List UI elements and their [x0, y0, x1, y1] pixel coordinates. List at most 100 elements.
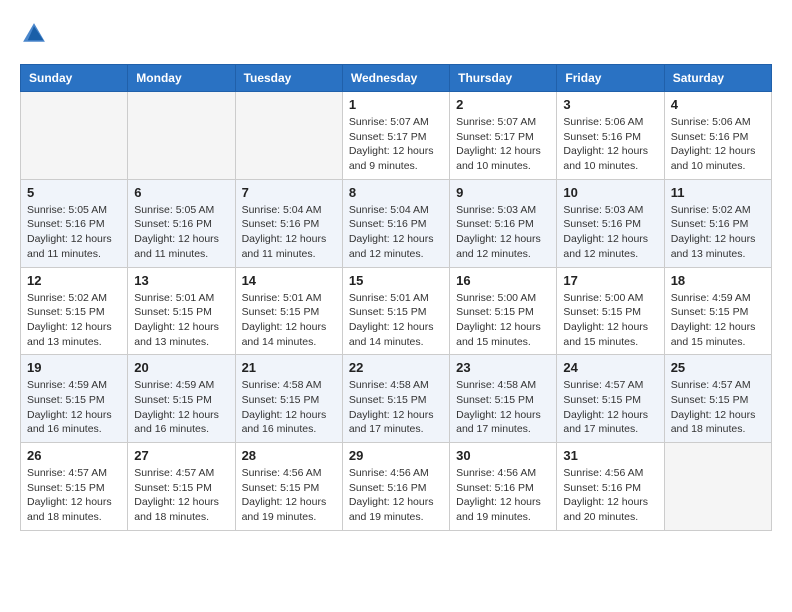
- day-number: 9: [456, 185, 550, 200]
- day-info: Sunrise: 5:02 AM Sunset: 5:16 PM Dayligh…: [671, 203, 765, 262]
- calendar-cell: [21, 92, 128, 180]
- day-info: Sunrise: 4:57 AM Sunset: 5:15 PM Dayligh…: [27, 466, 121, 525]
- day-info: Sunrise: 4:57 AM Sunset: 5:15 PM Dayligh…: [671, 378, 765, 437]
- page-header: [20, 20, 772, 48]
- day-number: 4: [671, 97, 765, 112]
- day-number: 26: [27, 448, 121, 463]
- calendar-cell: 7 Sunrise: 5:04 AM Sunset: 5:16 PM Daylig…: [235, 179, 342, 267]
- day-info: Sunrise: 4:57 AM Sunset: 5:15 PM Dayligh…: [563, 378, 657, 437]
- calendar-cell: 20 Sunrise: 4:59 AM Sunset: 5:15 PM Dayli…: [128, 355, 235, 443]
- calendar-cell: [664, 443, 771, 531]
- day-info: Sunrise: 4:56 AM Sunset: 5:16 PM Dayligh…: [563, 466, 657, 525]
- day-number: 3: [563, 97, 657, 112]
- calendar-cell: 27 Sunrise: 4:57 AM Sunset: 5:15 PM Dayli…: [128, 443, 235, 531]
- weekday-header: Sunday: [21, 65, 128, 92]
- day-number: 21: [242, 360, 336, 375]
- day-number: 12: [27, 273, 121, 288]
- day-number: 1: [349, 97, 443, 112]
- calendar-cell: 26 Sunrise: 4:57 AM Sunset: 5:15 PM Dayli…: [21, 443, 128, 531]
- day-number: 13: [134, 273, 228, 288]
- day-info: Sunrise: 5:03 AM Sunset: 5:16 PM Dayligh…: [456, 203, 550, 262]
- day-info: Sunrise: 5:05 AM Sunset: 5:16 PM Dayligh…: [134, 203, 228, 262]
- day-number: 8: [349, 185, 443, 200]
- day-info: Sunrise: 4:59 AM Sunset: 5:15 PM Dayligh…: [671, 291, 765, 350]
- calendar-cell: [128, 92, 235, 180]
- weekday-header: Saturday: [664, 65, 771, 92]
- logo: [20, 20, 52, 48]
- weekday-header: Monday: [128, 65, 235, 92]
- calendar-cell: 10 Sunrise: 5:03 AM Sunset: 5:16 PM Dayli…: [557, 179, 664, 267]
- day-info: Sunrise: 5:02 AM Sunset: 5:15 PM Dayligh…: [27, 291, 121, 350]
- calendar-cell: 24 Sunrise: 4:57 AM Sunset: 5:15 PM Dayli…: [557, 355, 664, 443]
- calendar-cell: 28 Sunrise: 4:56 AM Sunset: 5:15 PM Dayli…: [235, 443, 342, 531]
- calendar-cell: 19 Sunrise: 4:59 AM Sunset: 5:15 PM Dayli…: [21, 355, 128, 443]
- day-number: 5: [27, 185, 121, 200]
- calendar-cell: 14 Sunrise: 5:01 AM Sunset: 5:15 PM Dayli…: [235, 267, 342, 355]
- calendar-cell: 29 Sunrise: 4:56 AM Sunset: 5:16 PM Dayli…: [342, 443, 449, 531]
- day-number: 6: [134, 185, 228, 200]
- day-info: Sunrise: 4:59 AM Sunset: 5:15 PM Dayligh…: [27, 378, 121, 437]
- day-number: 31: [563, 448, 657, 463]
- calendar-cell: [235, 92, 342, 180]
- calendar-cell: 22Sunrise: 4:58 AM Sunset: 5:15 PM Dayli…: [342, 355, 449, 443]
- day-info: Sunrise: 4:58 AM Sunset: 5:15 PM Dayligh…: [242, 378, 336, 437]
- calendar-cell: 31 Sunrise: 4:56 AM Sunset: 5:16 PM Dayli…: [557, 443, 664, 531]
- calendar-week-row: 12 Sunrise: 5:02 AM Sunset: 5:15 PM Dayli…: [21, 267, 772, 355]
- calendar-cell: 3Sunrise: 5:06 AM Sunset: 5:16 PM Daylig…: [557, 92, 664, 180]
- day-number: 24: [563, 360, 657, 375]
- logo-icon: [20, 20, 48, 48]
- day-info: Sunrise: 4:59 AM Sunset: 5:15 PM Dayligh…: [134, 378, 228, 437]
- calendar-cell: 23 Sunrise: 4:58 AM Sunset: 5:15 PM Dayli…: [450, 355, 557, 443]
- day-number: 17: [563, 273, 657, 288]
- day-number: 29: [349, 448, 443, 463]
- day-number: 23: [456, 360, 550, 375]
- calendar-cell: 5 Sunrise: 5:05 AM Sunset: 5:16 PM Daylig…: [21, 179, 128, 267]
- day-number: 2: [456, 97, 550, 112]
- day-number: 30: [456, 448, 550, 463]
- day-number: 18: [671, 273, 765, 288]
- day-info: Sunrise: 5:04 AM Sunset: 5:16 PM Dayligh…: [242, 203, 336, 262]
- calendar-cell: 15 Sunrise: 5:01 AM Sunset: 5:15 PM Dayli…: [342, 267, 449, 355]
- day-info: Sunrise: 4:58 AM Sunset: 5:15 PM Dayligh…: [456, 378, 550, 437]
- day-info: Sunrise: 5:05 AM Sunset: 5:16 PM Dayligh…: [27, 203, 121, 262]
- calendar-header-row: SundayMondayTuesdayWednesdayThursdayFrid…: [21, 65, 772, 92]
- day-info: Sunrise: 4:56 AM Sunset: 5:16 PM Dayligh…: [349, 466, 443, 525]
- calendar-cell: 9 Sunrise: 5:03 AM Sunset: 5:16 PM Daylig…: [450, 179, 557, 267]
- day-number: 10: [563, 185, 657, 200]
- calendar-cell: 1 Sunrise: 5:07 AM Sunset: 5:17 PM Daylig…: [342, 92, 449, 180]
- day-info: Sunrise: 5:07 AM Sunset: 5:17 PM Dayligh…: [349, 115, 443, 174]
- day-info: Sunrise: 5:01 AM Sunset: 5:15 PM Dayligh…: [242, 291, 336, 350]
- day-number: 16: [456, 273, 550, 288]
- day-number: 19: [27, 360, 121, 375]
- weekday-header: Tuesday: [235, 65, 342, 92]
- calendar-cell: 30 Sunrise: 4:56 AM Sunset: 5:16 PM Dayli…: [450, 443, 557, 531]
- day-info: Sunrise: 5:01 AM Sunset: 5:15 PM Dayligh…: [349, 291, 443, 350]
- calendar-week-row: 19 Sunrise: 4:59 AM Sunset: 5:15 PM Dayli…: [21, 355, 772, 443]
- day-number: 28: [242, 448, 336, 463]
- day-info: Sunrise: 4:56 AM Sunset: 5:16 PM Dayligh…: [456, 466, 550, 525]
- day-number: 14: [242, 273, 336, 288]
- day-info: Sunrise: 4:57 AM Sunset: 5:15 PM Dayligh…: [134, 466, 228, 525]
- calendar-week-row: 26 Sunrise: 4:57 AM Sunset: 5:15 PM Dayli…: [21, 443, 772, 531]
- day-info: Sunrise: 4:56 AM Sunset: 5:15 PM Dayligh…: [242, 466, 336, 525]
- calendar-cell: 4Sunrise: 5:06 AM Sunset: 5:16 PM Daylig…: [664, 92, 771, 180]
- calendar-cell: 12 Sunrise: 5:02 AM Sunset: 5:15 PM Dayli…: [21, 267, 128, 355]
- day-number: 25: [671, 360, 765, 375]
- calendar-cell: 18 Sunrise: 4:59 AM Sunset: 5:15 PM Dayli…: [664, 267, 771, 355]
- day-number: 27: [134, 448, 228, 463]
- day-info: Sunrise: 5:03 AM Sunset: 5:16 PM Dayligh…: [563, 203, 657, 262]
- day-info: Sunrise: 5:00 AM Sunset: 5:15 PM Dayligh…: [456, 291, 550, 350]
- calendar-cell: 6 Sunrise: 5:05 AM Sunset: 5:16 PM Daylig…: [128, 179, 235, 267]
- day-info: Sunrise: 5:01 AM Sunset: 5:15 PM Dayligh…: [134, 291, 228, 350]
- weekday-header: Wednesday: [342, 65, 449, 92]
- calendar-cell: 13 Sunrise: 5:01 AM Sunset: 5:15 PM Dayli…: [128, 267, 235, 355]
- day-number: 7: [242, 185, 336, 200]
- day-number: 11: [671, 185, 765, 200]
- weekday-header: Friday: [557, 65, 664, 92]
- calendar-table: SundayMondayTuesdayWednesdayThursdayFrid…: [20, 64, 772, 531]
- day-number: 15: [349, 273, 443, 288]
- day-number: 20: [134, 360, 228, 375]
- day-info: Sunrise: 5:07 AM Sunset: 5:17 PM Dayligh…: [456, 115, 550, 174]
- weekday-header: Thursday: [450, 65, 557, 92]
- calendar-cell: 25 Sunrise: 4:57 AM Sunset: 5:15 PM Dayli…: [664, 355, 771, 443]
